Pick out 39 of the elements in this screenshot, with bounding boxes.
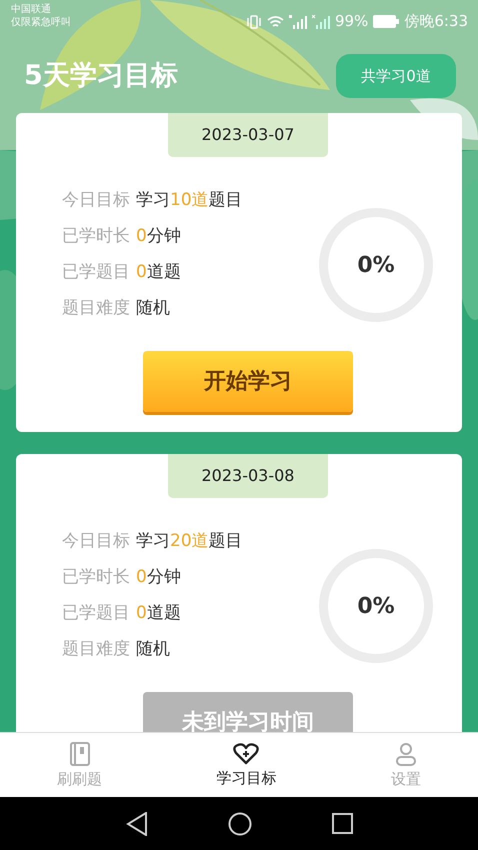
progress-reading: 0% <box>357 252 395 280</box>
field-value: 0道题 <box>136 261 181 284</box>
field-label: 今日目标 <box>62 530 130 554</box>
clock-time: 傍晚6:33 <box>404 11 468 32</box>
total-count-button[interactable]: 共学习0道 <box>336 54 456 98</box>
field-value: 随机 <box>136 297 170 320</box>
person-icon <box>394 742 417 766</box>
back-icon[interactable] <box>126 812 148 836</box>
field-label: 已学题目 <box>62 261 130 284</box>
battery-percent: 99% <box>334 11 368 32</box>
nav-tab[interactable]: 学习目标 <box>216 743 276 787</box>
carrier-name: 中国联通 <box>11 3 52 16</box>
vibrate-icon <box>246 14 262 28</box>
field-label: 已学题目 <box>62 602 130 626</box>
field-label: 已学时长 <box>62 566 130 590</box>
field-value: 0分钟 <box>136 566 181 590</box>
signal-icon <box>288 14 307 28</box>
field-value: 学习 20道题目 <box>136 530 243 554</box>
nav-tab[interactable]: 设置 <box>390 742 421 788</box>
book-icon <box>68 742 91 766</box>
field-value: 0道题 <box>136 602 181 626</box>
field-label: 题目难度 <box>62 638 130 662</box>
field-value: 学习 10道题目 <box>136 189 243 212</box>
field-label: 题目难度 <box>62 297 130 320</box>
home-icon[interactable] <box>228 812 252 836</box>
field-label: 今日目标 <box>62 189 130 212</box>
recents-icon[interactable] <box>332 813 352 834</box>
start-button[interactable]: 开始学习 <box>143 351 353 412</box>
wifi-icon <box>266 14 284 28</box>
heart-plus-icon <box>233 743 260 765</box>
field-value: 随机 <box>136 638 170 662</box>
signal-icon <box>312 14 330 28</box>
progress-reading: 0% <box>357 592 395 620</box>
carrier-name: 仅限紧急呼叫 <box>11 16 71 29</box>
field-value: 0分钟 <box>136 225 181 248</box>
page-title: 5天学习目标 <box>24 60 178 92</box>
battery-icon <box>373 15 400 28</box>
nav-tab[interactable]: 刷刷题 <box>57 742 102 788</box>
field-label: 已学时长 <box>62 225 130 248</box>
